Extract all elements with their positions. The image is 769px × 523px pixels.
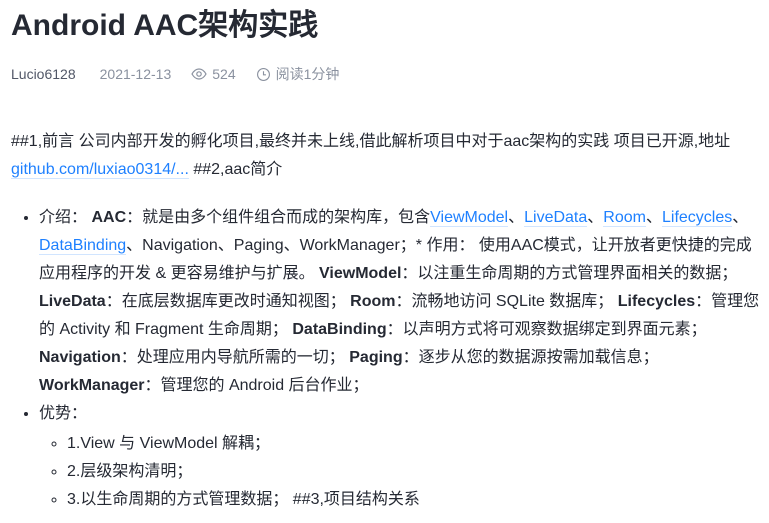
read-time: 阅读1分钟 bbox=[256, 64, 340, 84]
list-text: 、 bbox=[587, 209, 604, 226]
term-link[interactable]: Room bbox=[603, 209, 646, 227]
intro-text-tail: ##2,aac简介 bbox=[188, 161, 283, 178]
article-meta: Lucio6128 2021-12-13 524 阅读1分钟 bbox=[11, 64, 761, 84]
sub-list-item: 3.以生命周期的方式管理数据； ##3,项目结构关系 bbox=[67, 486, 761, 514]
term-bold: LiveData bbox=[39, 293, 106, 310]
list-text: ：流畅地访问 SQLite 数据库； bbox=[395, 293, 618, 310]
term-link[interactable]: Lifecycles bbox=[662, 209, 733, 227]
intro-paragraph: ##1,前言 公司内部开发的孵化项目,最终并未上线,借此解析项目中对于aac架构… bbox=[11, 128, 761, 184]
term-bold: Navigation bbox=[39, 349, 121, 366]
author-name[interactable]: Lucio6128 bbox=[11, 66, 76, 82]
term-bold: Lifecycles bbox=[617, 293, 696, 310]
list-text: 介绍： bbox=[39, 209, 92, 226]
term-bold: WorkManager bbox=[39, 377, 145, 394]
term-bold: DataBinding bbox=[292, 321, 387, 338]
read-time-text: 阅读1分钟 bbox=[275, 66, 340, 82]
intro-text: ##1,前言 公司内部开发的孵化项目,最终并未上线,借此解析项目中对于aac架构… bbox=[11, 133, 731, 150]
eye-icon bbox=[191, 68, 207, 80]
list-text: ：就是由多个组件组合而成的架构库，包含 bbox=[126, 209, 431, 226]
term-bold: Paging bbox=[349, 349, 403, 366]
term-bold: Room bbox=[350, 293, 396, 310]
list-text: ：在底层数据库更改时通知视图； bbox=[105, 293, 351, 310]
term-bold: AAC bbox=[91, 209, 127, 226]
list-text: ：以声明方式将可观察数据绑定到界面元素； bbox=[386, 321, 707, 338]
list-item: 介绍： AAC：就是由多个组件组合而成的架构库，包含ViewModel、Live… bbox=[39, 204, 761, 400]
list-text: ：管理您的 Android 后台作业； bbox=[144, 377, 369, 394]
term-link[interactable]: ViewModel bbox=[430, 209, 509, 227]
list-text: 、 bbox=[508, 209, 525, 226]
term-bold: ViewModel bbox=[319, 265, 402, 282]
sub-list-item: 1.View 与 ViewModel 解耦； bbox=[67, 430, 761, 458]
list-text: ：逐步从您的数据源按需加载信息； bbox=[402, 349, 659, 366]
sub-list: 1.View 与 ViewModel 解耦；2.层级架构清明；3.以生命周期的方… bbox=[39, 430, 761, 514]
view-count: 524 bbox=[212, 66, 236, 82]
article-content: ##1,前言 公司内部开发的孵化项目,最终并未上线,借此解析项目中对于aac架构… bbox=[11, 128, 761, 514]
term-link[interactable]: LiveData bbox=[524, 209, 588, 227]
list-item: 优势： 1.View 与 ViewModel 解耦；2.层级架构清明；3.以生命周… bbox=[39, 400, 761, 514]
list-text: 优势： bbox=[39, 405, 88, 422]
article-title: Android AAC架构实践 bbox=[11, 9, 319, 42]
publish-date: 2021-12-13 bbox=[99, 66, 172, 82]
term-link[interactable]: DataBinding bbox=[39, 237, 127, 255]
content-list: 介绍： AAC：就是由多个组件组合而成的架构库，包含ViewModel、Live… bbox=[11, 204, 761, 514]
article: Android AAC架构实践 Lucio6128 2021-12-13 524… bbox=[0, 0, 761, 514]
list-text: 、 bbox=[645, 209, 662, 226]
sub-list-item: 2.层级架构清明； bbox=[67, 458, 761, 486]
list-text: ：以注重生命周期的方式管理界面相关的数据； bbox=[401, 265, 738, 282]
list-text: ：处理应用内导航所需的一切； bbox=[120, 349, 350, 366]
clock-icon bbox=[256, 67, 270, 81]
list-text: 、 bbox=[732, 209, 749, 226]
github-link[interactable]: github.com/luxiao0314/... bbox=[11, 161, 189, 179]
views: 524 bbox=[191, 66, 236, 82]
